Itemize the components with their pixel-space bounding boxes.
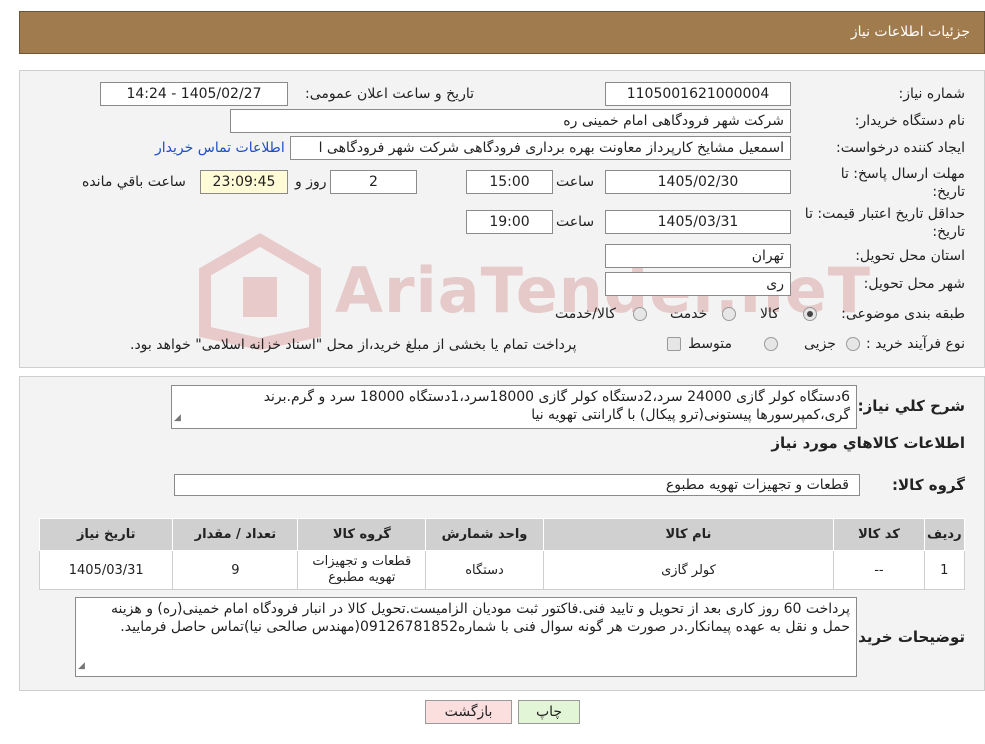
cell-date: 1405/03/31 bbox=[38, 550, 174, 590]
category-goods-label: کالا bbox=[760, 306, 779, 322]
province-field: تهران bbox=[605, 244, 791, 268]
col-name: نام کالا bbox=[542, 518, 835, 551]
buyer-notes-text: پرداخت 60 روز کاری بعد از تحویل و تایید … bbox=[111, 601, 850, 635]
purchase-minor-radio[interactable] bbox=[846, 337, 860, 351]
category-service-radio[interactable] bbox=[722, 307, 736, 321]
goods-group-field: قطعات و تجهیزات تهویه مطبوع bbox=[174, 474, 860, 496]
goods-section-title: اطلاعات کالاهاي مورد نياز bbox=[771, 434, 965, 452]
validity-time-label: ساعت bbox=[556, 214, 595, 230]
table-row: 1 -- کولر گازی دستگاه قطعات و تجهیزات ته… bbox=[38, 550, 966, 590]
cell-group: قطعات و تجهیزات تهویه مطبوع bbox=[297, 550, 427, 590]
reply-time-field: 15:00 bbox=[466, 170, 553, 194]
summary-label: شرح کلي نياز: bbox=[857, 397, 965, 415]
treasury-checkbox[interactable] bbox=[667, 337, 681, 351]
cell-unit: دستگاه bbox=[425, 550, 544, 590]
announce-datetime-label: تاریخ و ساعت اعلان عمومی: bbox=[305, 86, 474, 102]
summary-textarea: 6دستگاه کولر گازی 24000 سرد،2دستگاه کولر… bbox=[171, 385, 857, 429]
buyer-org-field: شرکت شهر فرودگاهی امام خمینی ره bbox=[230, 109, 791, 133]
col-group: گروه کالا bbox=[297, 518, 427, 551]
resize-handle-icon[interactable]: ◢ bbox=[78, 657, 85, 675]
resize-handle-icon[interactable]: ◢ bbox=[174, 409, 181, 427]
col-row: ردیف bbox=[923, 518, 966, 551]
reply-deadline-label: مهلت ارسال پاسخ: تا bbox=[840, 166, 965, 182]
city-field: ری bbox=[605, 272, 791, 296]
purchase-medium-label: متوسط bbox=[688, 336, 732, 352]
cell-code: -- bbox=[833, 550, 925, 590]
province-label: استان محل تحویل: bbox=[855, 248, 965, 264]
category-goods-service-label: کالا/خدمت bbox=[555, 306, 616, 322]
remaining-time-label: ساعت باقي مانده bbox=[82, 174, 186, 190]
treasury-note: پرداخت تمام یا بخشی از مبلغ خرید،از محل … bbox=[130, 337, 577, 353]
reply-deadline-label-2: تاریخ: bbox=[932, 184, 965, 200]
table-header-row: ردیف کد کالا نام کالا واحد شمارش گروه کا… bbox=[38, 518, 966, 551]
col-unit: واحد شمارش bbox=[425, 518, 544, 551]
remaining-time-field: 23:09:45 bbox=[200, 170, 288, 194]
purchase-medium-radio[interactable] bbox=[764, 337, 778, 351]
cell-name: کولر گازی bbox=[542, 550, 835, 590]
page-header: جزئیات اطلاعات نیاز bbox=[19, 11, 985, 54]
col-date: تاریخ نیاز bbox=[38, 518, 174, 551]
buyer-org-label: نام دستگاه خریدار: bbox=[854, 113, 965, 129]
reply-time-label: ساعت bbox=[556, 174, 595, 190]
back-button[interactable]: بازگشت bbox=[425, 700, 512, 724]
announce-datetime-field: 1405/02/27 - 14:24 bbox=[100, 82, 288, 106]
reply-date-field: 1405/02/30 bbox=[605, 170, 791, 194]
summary-text: 6دستگاه کولر گازی 24000 سرد،2دستگاه کولر… bbox=[263, 389, 850, 423]
cell-qty: 9 bbox=[172, 550, 299, 590]
category-service-label: خدمت bbox=[670, 306, 708, 322]
need-number-label: شماره نیاز: bbox=[898, 86, 966, 102]
creator-field: اسمعیل مشایخ کارپرداز معاونت بهره برداری… bbox=[290, 136, 791, 160]
price-validity-label-2: تاریخ: bbox=[932, 224, 965, 240]
purchase-minor-label: جزیی bbox=[804, 336, 836, 352]
buyer-notes-textarea: پرداخت 60 روز کاری بعد از تحویل و تایید … bbox=[75, 597, 857, 677]
category-goods-radio[interactable] bbox=[803, 307, 817, 321]
days-field: 2 bbox=[330, 170, 417, 194]
need-number-field: 1105001621000004 bbox=[605, 82, 791, 106]
page-title: جزئیات اطلاعات نیاز bbox=[850, 24, 970, 40]
price-validity-label: حداقل تاریخ اعتبار قیمت: تا bbox=[804, 206, 965, 222]
cell-row: 1 bbox=[923, 550, 966, 590]
city-label: شهر محل تحویل: bbox=[863, 276, 965, 292]
items-table: ردیف کد کالا نام کالا واحد شمارش گروه کا… bbox=[38, 518, 966, 590]
col-qty: تعداد / مقدار bbox=[172, 518, 299, 551]
creator-label: ایجاد کننده درخواست: bbox=[836, 140, 965, 156]
items-table-wrap: ردیف کد کالا نام کالا واحد شمارش گروه کا… bbox=[38, 518, 966, 590]
category-label: طبقه بندی موضوعی: bbox=[841, 306, 965, 322]
buyer-notes-label: توضیحات خریدار: bbox=[838, 628, 965, 646]
goods-group-label: گروه کالا: bbox=[892, 476, 965, 494]
validity-time-field: 19:00 bbox=[466, 210, 553, 234]
watermark-logo-icon bbox=[199, 233, 321, 351]
col-code: کد کالا bbox=[833, 518, 925, 551]
validity-date-field: 1405/03/31 bbox=[605, 210, 791, 234]
category-goods-service-radio[interactable] bbox=[633, 307, 647, 321]
purchase-type-label: نوع فرآیند خرید : bbox=[866, 336, 965, 352]
buyer-contact-link[interactable]: اطلاعات تماس خریدار bbox=[155, 140, 285, 156]
print-button[interactable]: چاپ bbox=[518, 700, 580, 724]
days-label: روز و bbox=[295, 174, 327, 190]
